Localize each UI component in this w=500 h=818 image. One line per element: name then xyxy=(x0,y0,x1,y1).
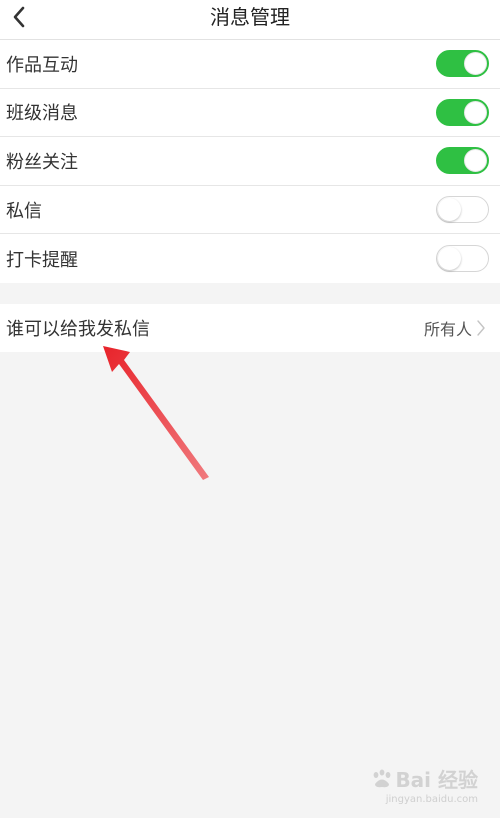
toggle-switch[interactable] xyxy=(436,147,489,175)
chevron-right-icon xyxy=(476,318,488,338)
toggle-knob xyxy=(438,198,461,222)
setting-row-checkin-reminder: 打卡提醒 xyxy=(0,234,500,283)
setting-label: 私信 xyxy=(6,200,42,222)
toggle-switch[interactable] xyxy=(436,196,489,224)
watermark-brand: Bai 经验 xyxy=(371,764,478,793)
paw-icon xyxy=(374,769,391,787)
toggle-knob xyxy=(438,247,461,271)
dm-permission-label: 谁可以给我发私信 xyxy=(6,319,150,340)
notification-settings-list: 作品互动 班级消息 粉丝关注 私信 打卡提醒 xyxy=(0,40,500,283)
watermark: Bai 经验 jingyan.baidu.com xyxy=(368,764,478,805)
dm-permission-row[interactable]: 谁可以给我发私信 所有人 xyxy=(0,304,500,352)
setting-row-class-messages: 班级消息 xyxy=(0,89,500,138)
page-title: 消息管理 xyxy=(210,5,290,29)
setting-row-fan-follow: 粉丝关注 xyxy=(0,137,500,186)
toggle-knob xyxy=(464,52,487,76)
toggle-switch[interactable] xyxy=(436,98,489,126)
dm-permission-value-group: 所有人 xyxy=(424,316,488,340)
setting-label: 粉丝关注 xyxy=(6,151,78,173)
toggle-switch[interactable] xyxy=(436,50,489,78)
setting-row-private-message: 私信 xyxy=(0,186,500,235)
setting-row-work-interaction: 作品互动 xyxy=(0,40,500,89)
watermark-url: jingyan.baidu.com xyxy=(385,794,478,805)
toggle-knob xyxy=(464,100,487,124)
dm-permission-value: 所有人 xyxy=(423,320,472,339)
message-settings-screen: 消息管理 作品互动 班级消息 粉丝关注 私信 打卡提醒 谁可以给我发私信 所有人 xyxy=(0,0,500,818)
toggle-knob xyxy=(464,149,487,173)
setting-label: 班级消息 xyxy=(6,103,78,125)
watermark-brand-text: Bai 经验 xyxy=(395,768,478,792)
setting-label: 作品互动 xyxy=(6,54,78,76)
header-bar: 消息管理 xyxy=(0,0,500,40)
toggle-switch[interactable] xyxy=(436,245,489,273)
setting-label: 打卡提醒 xyxy=(6,249,78,271)
